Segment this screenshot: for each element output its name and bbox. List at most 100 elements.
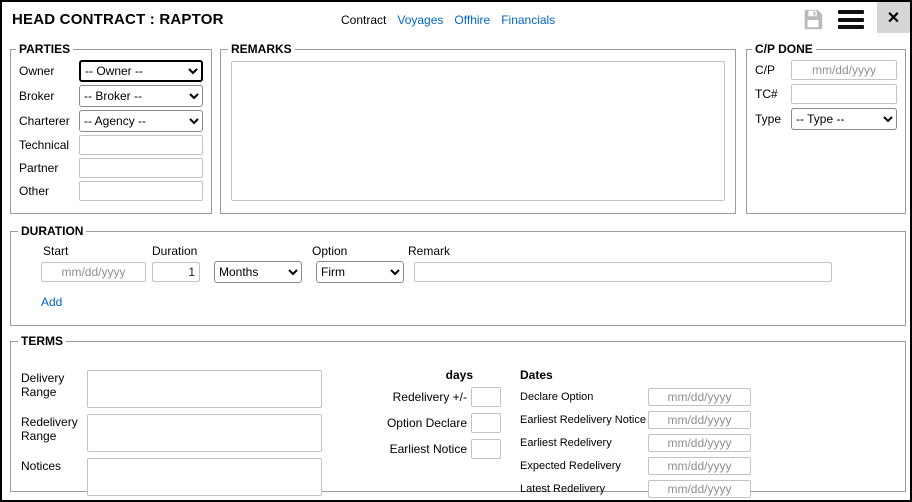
hamburger-menu-icon[interactable] [838, 10, 864, 29]
earliest-redelivery-label: Earliest Redelivery [520, 437, 648, 449]
broker-label: Broker [19, 89, 79, 103]
save-icon[interactable] [802, 8, 824, 30]
earliest-redelivery-date-input[interactable] [648, 434, 751, 452]
remarks-textarea[interactable] [231, 61, 725, 201]
expected-redelivery-date-input[interactable] [648, 457, 751, 475]
close-icon: ✕ [887, 8, 900, 28]
menu-bar [838, 18, 864, 22]
cp-date-input[interactable] [791, 60, 897, 80]
duration-grid: Start Duration Option Remark Months Firm… [21, 244, 895, 311]
broker-select[interactable]: -- Broker -- [79, 85, 203, 107]
tab-contract[interactable]: Contract [341, 13, 386, 27]
cp-done-legend: C/P DONE [752, 42, 816, 56]
partner-input[interactable] [79, 158, 203, 178]
close-button[interactable]: ✕ [877, 2, 910, 33]
tab-bar: Contract Voyages Offhire Financials [341, 13, 555, 27]
type-row: Type -- Type -- [755, 108, 897, 130]
option-column-header: Option [312, 244, 408, 258]
menu-bar [838, 25, 864, 29]
remark-column-header: Remark [408, 244, 450, 258]
earliest-redelivery-notice-label: Earliest Redelivery Notice [520, 414, 648, 426]
parties-legend: PARTIES [16, 42, 73, 56]
partner-label: Partner [19, 161, 79, 175]
terms-section: TERMS Delivery Range Redelivery Range No… [10, 334, 906, 492]
tc-number-row: TC# [755, 84, 897, 104]
page-title: HEAD CONTRACT : RAPTOR [12, 11, 224, 28]
parties-section: PARTIES Owner -- Owner -- Broker -- Brok… [10, 42, 212, 214]
owner-select[interactable]: -- Owner -- [79, 60, 203, 82]
duration-value-input[interactable] [152, 262, 200, 282]
earliest-redelivery-notice-row: Earliest Redelivery Notice [520, 411, 780, 429]
tab-financials[interactable]: Financials [501, 13, 555, 27]
other-row: Other [19, 181, 203, 201]
remarks-section: REMARKS [220, 42, 736, 214]
floppy-glyph [802, 8, 824, 30]
declare-option-row: Declare Option [520, 388, 780, 406]
charterer-row: Charterer -- Agency -- [19, 110, 203, 132]
notices-row: Notices [21, 458, 322, 496]
tc-number-input[interactable] [791, 84, 897, 104]
technical-row: Technical [19, 135, 203, 155]
terms-ranges-column: Delivery Range Redelivery Range Notices [21, 370, 322, 502]
days-header: days [369, 368, 501, 382]
charterer-label: Charterer [19, 114, 79, 128]
cp-date-row: C/P [755, 60, 897, 80]
earliest-notice-row: Earliest Notice [369, 439, 501, 459]
duration-remark-input[interactable] [414, 262, 832, 282]
duration-unit-select[interactable]: Months [214, 261, 302, 283]
option-declare-label: Option Declare [387, 416, 471, 430]
type-select[interactable]: -- Type -- [791, 108, 897, 130]
redelivery-range-row: Redelivery Range [21, 414, 322, 452]
broker-row: Broker -- Broker -- [19, 85, 203, 107]
add-duration-link[interactable]: Add [41, 295, 62, 309]
tab-offhire[interactable]: Offhire [454, 13, 490, 27]
menu-bar [838, 10, 864, 14]
technical-input[interactable] [79, 135, 203, 155]
declare-option-label: Declare Option [520, 391, 648, 403]
redelivery-plus-minus-row: Redelivery +/- [369, 387, 501, 407]
duration-row: Months Firm [41, 261, 895, 283]
earliest-notice-input[interactable] [471, 439, 501, 459]
remarks-legend: REMARKS [228, 42, 295, 56]
redelivery-range-textarea[interactable] [87, 414, 322, 452]
option-declare-row: Option Declare [369, 413, 501, 433]
earliest-redelivery-notice-date-input[interactable] [648, 411, 751, 429]
dates-header: Dates [520, 368, 780, 382]
start-date-input[interactable] [41, 262, 146, 282]
tc-number-label: TC# [755, 87, 791, 101]
notices-label: Notices [21, 458, 87, 496]
latest-redelivery-date-input[interactable] [648, 480, 751, 498]
other-input[interactable] [79, 181, 203, 201]
header: HEAD CONTRACT : RAPTOR Contract Voyages … [2, 2, 910, 38]
option-select[interactable]: Firm [316, 261, 404, 283]
earliest-redelivery-row: Earliest Redelivery [520, 434, 780, 452]
charterer-select[interactable]: -- Agency -- [79, 110, 203, 132]
declare-option-date-input[interactable] [648, 388, 751, 406]
option-declare-input[interactable] [471, 413, 501, 433]
duration-section: DURATION Start Duration Option Remark Mo… [10, 224, 906, 326]
terms-dates-column: Dates Declare Option Earliest Redelivery… [520, 368, 780, 502]
latest-redelivery-row: Latest Redelivery [520, 480, 780, 498]
owner-label: Owner [19, 64, 79, 78]
delivery-range-row: Delivery Range [21, 370, 322, 408]
duration-legend: DURATION [18, 224, 86, 238]
redelivery-range-label: Redelivery Range [21, 414, 87, 452]
partner-row: Partner [19, 158, 203, 178]
earliest-notice-label: Earliest Notice [390, 442, 471, 456]
owner-row: Owner -- Owner -- [19, 60, 203, 82]
other-label: Other [19, 184, 79, 198]
terms-legend: TERMS [18, 334, 66, 348]
expected-redelivery-label: Expected Redelivery [520, 460, 648, 472]
redelivery-plus-minus-label: Redelivery +/- [393, 390, 471, 404]
duration-column-header: Duration [152, 244, 312, 258]
duration-headers: Start Duration Option Remark [41, 244, 895, 258]
redelivery-plus-minus-input[interactable] [471, 387, 501, 407]
delivery-range-textarea[interactable] [87, 370, 322, 408]
delivery-range-label: Delivery Range [21, 370, 87, 408]
terms-days-column: days Redelivery +/- Option Declare Earli… [369, 368, 501, 465]
head-contract-window: HEAD CONTRACT : RAPTOR Contract Voyages … [0, 0, 912, 502]
notices-textarea[interactable] [87, 458, 322, 496]
type-label: Type [755, 112, 791, 126]
expected-redelivery-row: Expected Redelivery [520, 457, 780, 475]
tab-voyages[interactable]: Voyages [397, 13, 443, 27]
